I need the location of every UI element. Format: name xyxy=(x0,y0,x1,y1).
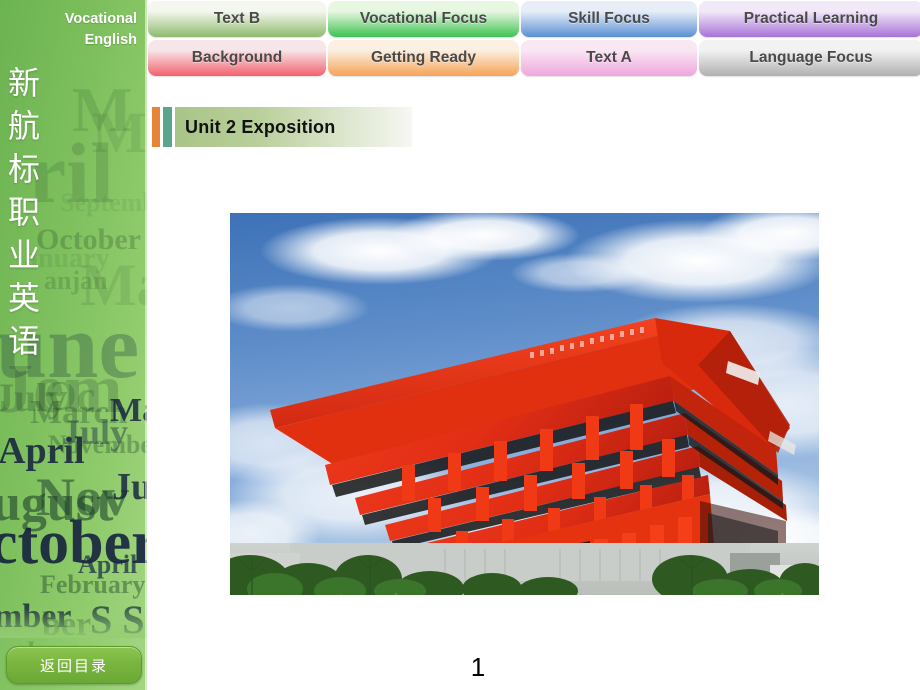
return-to-contents-button[interactable]: 返回目录 xyxy=(6,646,142,684)
tab-label: Language Focus xyxy=(749,49,873,66)
watermark-word: ugust xyxy=(0,475,114,532)
watermark-word: November xyxy=(48,430,147,459)
watermark-word: April xyxy=(78,550,138,579)
watermark-word: April xyxy=(0,430,85,472)
series-title-char-2: 航 xyxy=(8,107,41,145)
tab-skill-focus[interactable]: Skill Focus xyxy=(521,1,697,37)
tab-label: Background xyxy=(191,49,283,66)
tab-label: Practical Learning xyxy=(743,10,879,27)
tab-text-a[interactable]: Text A xyxy=(521,40,697,76)
tab-text-b[interactable]: Text B xyxy=(148,1,326,37)
tab-label: Text A xyxy=(586,49,632,66)
watermark-word: Jem xyxy=(0,351,123,428)
tab-label: Skill Focus xyxy=(568,10,650,27)
watermark-word: Ju xyxy=(112,466,147,508)
tab-vocational-focus[interactable]: Vocational Focus xyxy=(328,1,519,37)
unit-title-text: Unit 2 Exposition xyxy=(185,116,336,137)
sidebar: MrilMaOctoberSeptemberMaanuaryanjanuneJe… xyxy=(0,0,147,690)
sidebar-fade xyxy=(0,608,147,638)
brand-line-1: Vocational xyxy=(64,11,137,27)
watermark-word: Oc xyxy=(44,374,96,420)
tab-label: Text B xyxy=(213,10,261,27)
series-title-char-4: 职 xyxy=(8,193,41,231)
tab-language-focus[interactable]: Language Focus xyxy=(699,40,920,76)
watermark-word: July xyxy=(0,375,68,420)
unit-title-bar: Unit 2 Exposition xyxy=(152,107,412,147)
series-title-char-3: 标 xyxy=(8,150,41,188)
watermark-word: March xyxy=(30,394,128,431)
tab-label: Getting Ready xyxy=(370,49,477,66)
series-title-chinese: 新航标职业英语 xyxy=(8,62,50,363)
tab-bar: Text B Vocational Focus Skill Focus Practic… xyxy=(147,0,920,76)
tab-label: Vocational Focus xyxy=(359,10,488,27)
watermark-word: ctober xyxy=(0,509,147,577)
slide-photo-china-pavilion xyxy=(230,213,819,595)
brand-line-2: English xyxy=(84,32,137,49)
series-title-char-5: 业 xyxy=(8,236,41,274)
tab-practical-learning[interactable]: Practical Learning xyxy=(699,1,920,37)
watermark-word: Ma xyxy=(80,252,147,318)
watermark-word: Nov xyxy=(36,467,129,527)
watermark-word: September xyxy=(60,188,147,217)
watermark-word: anjan xyxy=(44,266,108,295)
watermark-word: February xyxy=(40,570,146,599)
sidebar-edge-divider xyxy=(145,0,147,690)
watermark-word: Ma xyxy=(110,392,147,429)
tab-row-primary: Text B Vocational Focus Skill Focus Practic… xyxy=(147,1,920,37)
page-number-value: 1 xyxy=(470,652,486,682)
tab-getting-ready[interactable]: Getting Ready xyxy=(328,40,519,76)
brand-title: Vocational English xyxy=(17,9,137,51)
watermark-word: M xyxy=(72,74,133,145)
slide-canvas: MrilMaOctoberSeptemberMaanuaryanjanuneJe… xyxy=(0,0,920,690)
watermark-word: October xyxy=(36,223,141,256)
tab-background[interactable]: Background xyxy=(148,40,326,76)
unit-accent-teal xyxy=(163,107,172,147)
watermark-word: July xyxy=(62,412,129,452)
watermark-word: Ma xyxy=(92,100,147,165)
series-title-char-7: 语 xyxy=(8,322,41,360)
photo-svg xyxy=(230,213,819,595)
series-title-char-6: 英 xyxy=(8,279,41,317)
unit-accent-orange xyxy=(152,107,160,147)
tab-row-secondary: Background Getting Ready Text A Language Fo… xyxy=(147,40,920,76)
series-title-char-1: 新 xyxy=(8,64,41,102)
